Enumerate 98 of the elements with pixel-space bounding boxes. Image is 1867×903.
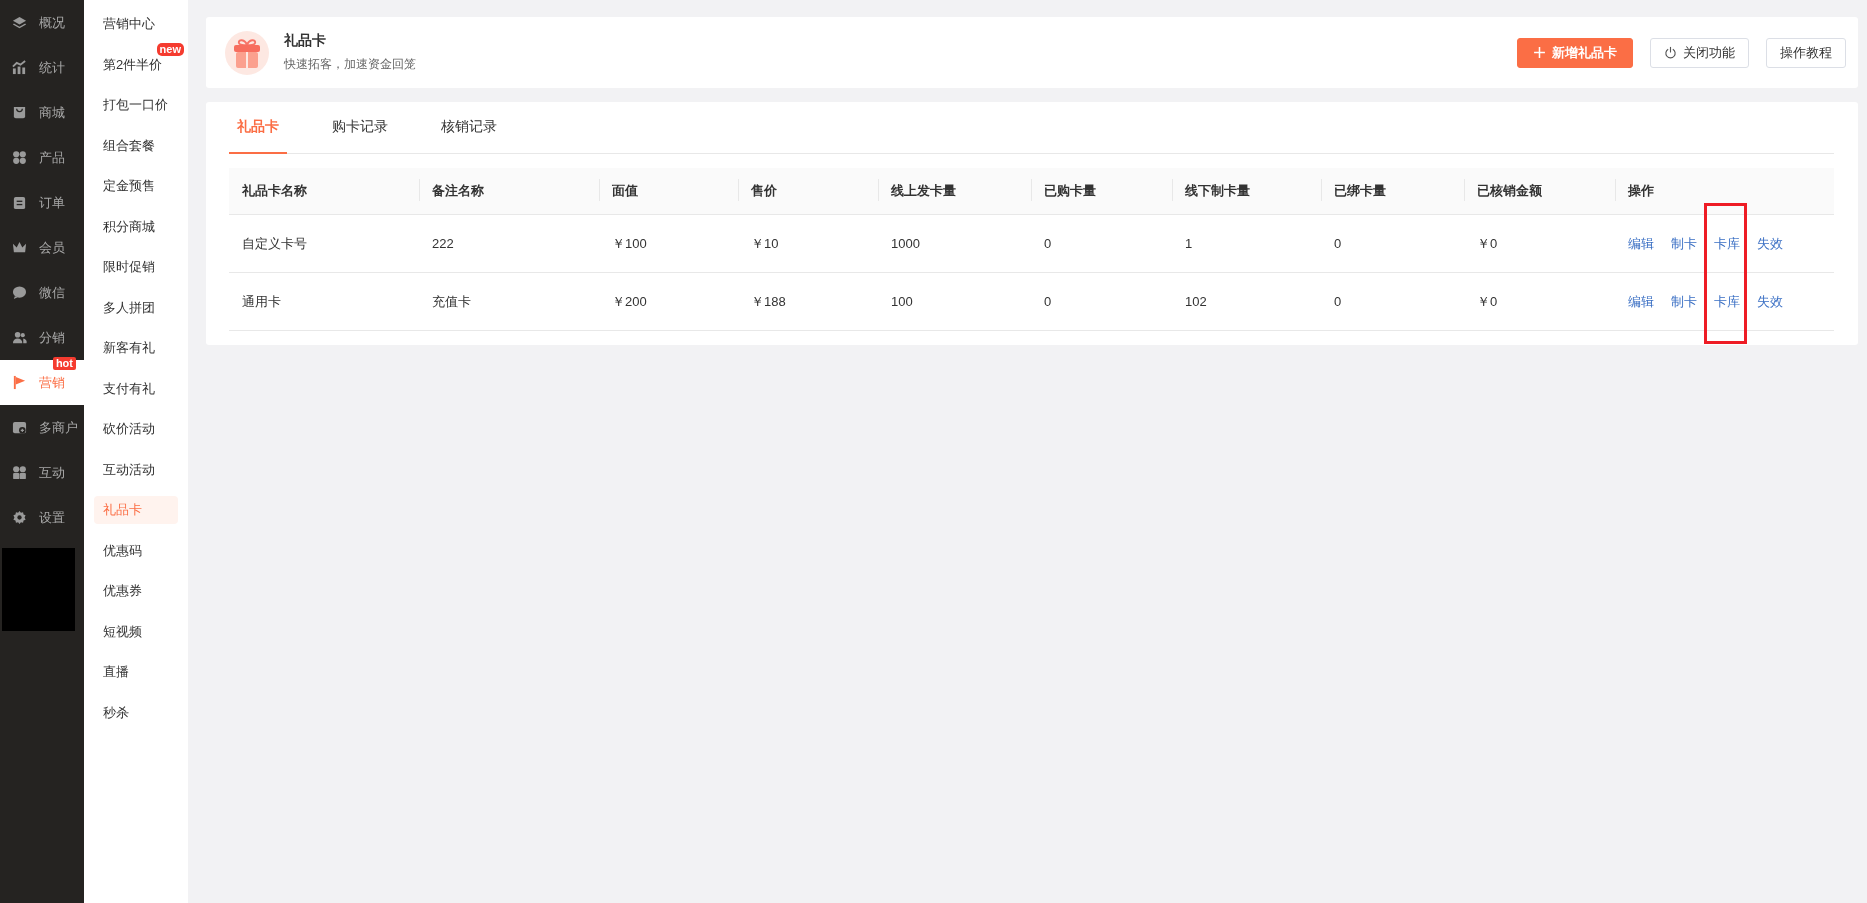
- column-header: 已核销金额: [1477, 183, 1542, 198]
- users-icon: [12, 330, 27, 345]
- column-header: 已绑卡量: [1334, 183, 1386, 198]
- submenu-item[interactable]: 营销中心: [94, 10, 178, 38]
- sidebar-label: 产品: [39, 148, 65, 167]
- gift-icon: [225, 30, 269, 75]
- tab[interactable]: 购卡记录: [324, 102, 396, 154]
- table-cell: 1000: [891, 236, 920, 251]
- bar-chart-icon: [12, 60, 27, 75]
- grid-icon: [12, 150, 27, 165]
- action-link[interactable]: 制卡: [1671, 294, 1697, 309]
- column-header: 线上发卡量: [891, 183, 956, 198]
- page-subtitle: 快速拓客，加速资金回笼: [284, 56, 417, 73]
- sidebar-item[interactable]: 互动: [0, 450, 84, 495]
- action-link[interactable]: 制卡: [1671, 236, 1697, 251]
- column-header: 礼品卡名称: [242, 183, 307, 198]
- submenu-item[interactable]: 限时促销: [94, 253, 178, 281]
- sidebar-item[interactable]: 设置: [0, 495, 84, 540]
- bag-icon: [12, 105, 27, 120]
- submenu-item[interactable]: 直播: [94, 658, 178, 686]
- action-link[interactable]: 编辑: [1628, 236, 1654, 251]
- tab[interactable]: 核销记录: [433, 102, 505, 154]
- submenu-item[interactable]: 定金预售: [94, 172, 178, 200]
- table-cell: 自定义卡号: [242, 235, 307, 251]
- header-button[interactable]: 操作教程: [1766, 37, 1846, 68]
- sidebar-label: 互动: [39, 463, 65, 482]
- table-cell: 0: [1044, 236, 1052, 251]
- store-icon: [12, 420, 27, 435]
- sidebar-label: 多商户: [39, 418, 78, 437]
- column-header: 面值: [612, 183, 638, 198]
- hot-badge: hot: [52, 357, 76, 370]
- submenu-item[interactable]: 积分商城: [94, 212, 178, 241]
- new-badge: new: [156, 42, 184, 56]
- sidebar-item[interactable]: 会员: [0, 225, 84, 270]
- sidebar-item[interactable]: 多商户: [0, 405, 84, 450]
- submenu-item[interactable]: 优惠券: [94, 577, 178, 605]
- settings-icon: [12, 510, 27, 525]
- table-cell: ￥10: [751, 235, 779, 251]
- submenu-item[interactable]: 支付有礼: [94, 374, 178, 403]
- layers-icon: [12, 15, 27, 30]
- table-cell: ￥0: [1477, 235, 1498, 251]
- sidebar-label: 营销: [39, 373, 65, 392]
- submenu-item[interactable]: 组合套餐: [94, 131, 178, 160]
- power-icon: [1664, 46, 1677, 59]
- column-header: 售价: [751, 183, 777, 198]
- sidebar-item[interactable]: 分销: [0, 315, 84, 360]
- submenu-item[interactable]: 互动活动: [94, 455, 178, 484]
- column-header: 已购卡量: [1044, 183, 1096, 198]
- sidebar-label: 商城: [39, 103, 65, 122]
- submenu-item[interactable]: 短视频: [94, 617, 178, 646]
- submenu-item[interactable]: 打包一口价: [94, 91, 178, 119]
- sidebar-item[interactable]: 产品: [0, 135, 84, 180]
- sidebar-label: 设置: [39, 508, 65, 527]
- table-cell: ￥200: [612, 293, 647, 309]
- sidebar-item[interactable]: 微信: [0, 270, 84, 315]
- table-cell: 0: [1044, 294, 1052, 309]
- submenu-item[interactable]: 多人拼团: [94, 293, 178, 322]
- sidebar-label: 分销: [39, 328, 65, 347]
- action-link[interactable]: 编辑: [1628, 294, 1654, 309]
- chat-icon: [12, 285, 27, 300]
- submenu-item[interactable]: 秒杀: [94, 698, 178, 727]
- crown-icon: [12, 240, 27, 255]
- table-cell: 100: [891, 294, 913, 309]
- sidebar-item[interactable]: 统计: [0, 45, 84, 90]
- table-cell: ￥0: [1477, 293, 1498, 309]
- sidebar-item[interactable]: 商城: [0, 90, 84, 135]
- header-button[interactable]: 关闭功能: [1650, 37, 1749, 68]
- table-cell: 102: [1185, 294, 1207, 309]
- submenu-item[interactable]: 新客有礼: [94, 334, 178, 362]
- sidebar-item[interactable]: 概况: [0, 0, 84, 45]
- table-cell: 0: [1334, 294, 1342, 309]
- table-cell: 通用卡: [242, 293, 281, 309]
- column-header: 操作: [1628, 183, 1654, 198]
- column-header: 线下制卡量: [1185, 183, 1250, 198]
- table-cell: 222: [432, 236, 454, 251]
- sidebar-label: 订单: [39, 193, 65, 212]
- submenu-item[interactable]: 优惠码: [94, 536, 178, 565]
- table-cell: 充值卡: [432, 293, 471, 309]
- flag-icon: [12, 375, 27, 390]
- sidebar-label: 微信: [39, 283, 65, 302]
- sidebar-label: 统计: [39, 58, 65, 77]
- submenu-item[interactable]: 砍价活动: [94, 415, 178, 443]
- clipboard-icon: [12, 195, 27, 210]
- column-header: 备注名称: [432, 183, 484, 198]
- sidebar-item[interactable]: 订单: [0, 180, 84, 225]
- sidebar-label: 会员: [39, 238, 65, 257]
- action-link[interactable]: 失效: [1757, 294, 1783, 309]
- sidebar-label: 概况: [39, 13, 65, 32]
- action-link[interactable]: 失效: [1757, 236, 1783, 251]
- table-cell: 0: [1334, 236, 1342, 251]
- table-cell: ￥100: [612, 235, 647, 251]
- apps-icon: [12, 465, 27, 480]
- table-cell: ￥188: [751, 293, 786, 309]
- page-title: 礼品卡: [284, 32, 327, 50]
- action-link[interactable]: 卡库: [1714, 294, 1740, 309]
- plus-icon: [1533, 46, 1546, 59]
- action-link[interactable]: 卡库: [1714, 236, 1740, 251]
- table-cell: 1: [1185, 236, 1193, 251]
